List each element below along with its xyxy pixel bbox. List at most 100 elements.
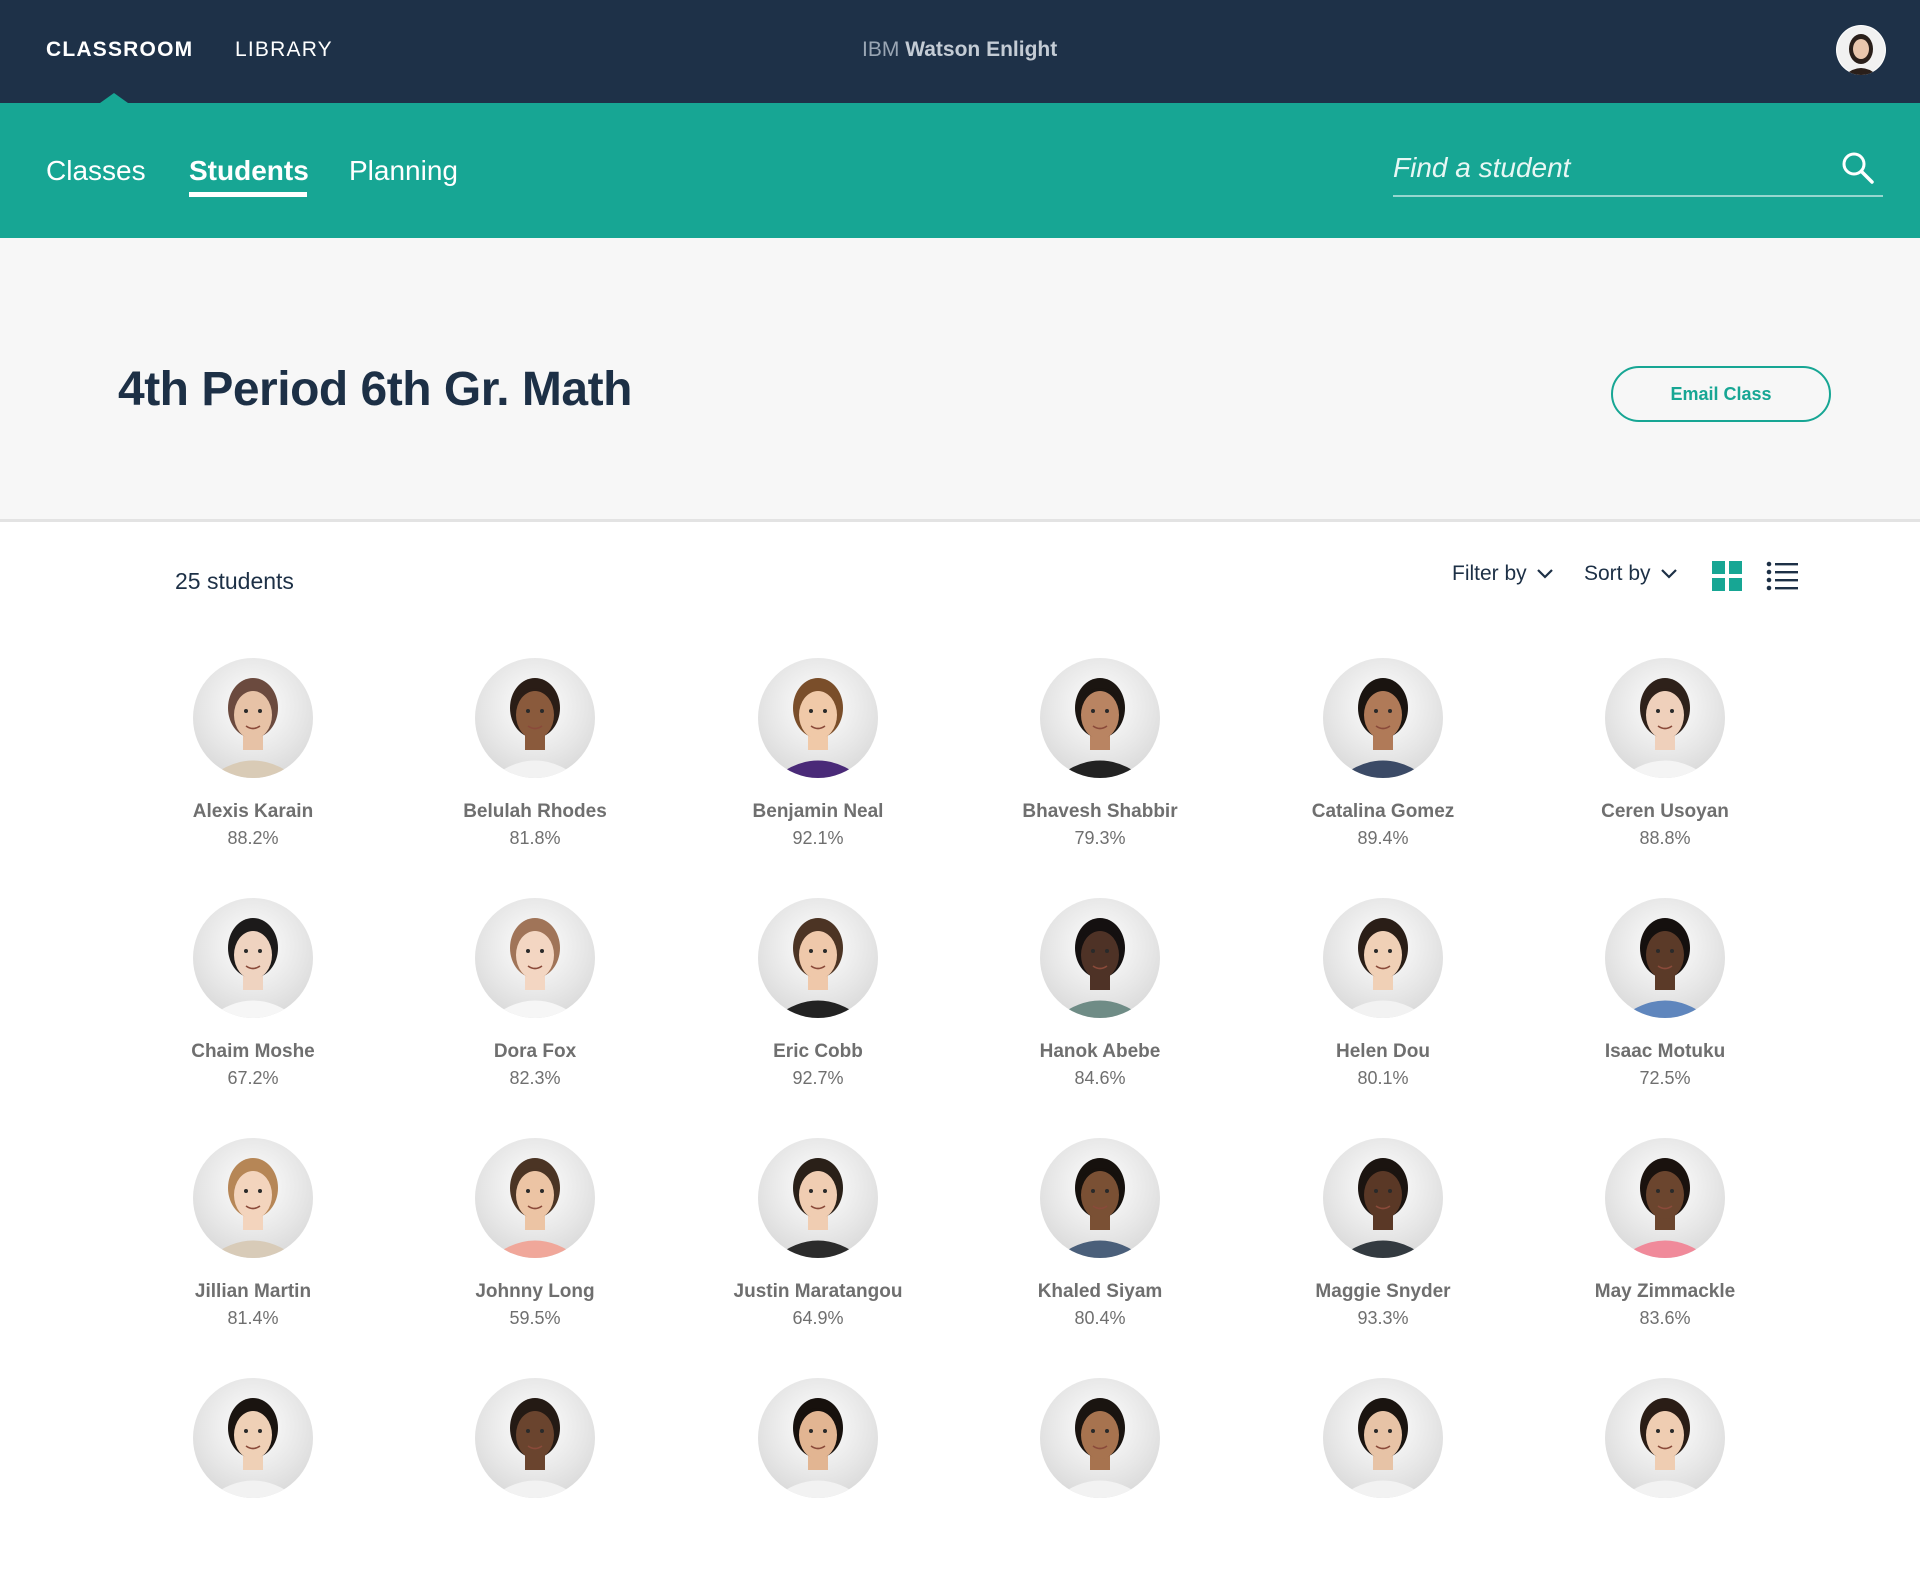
student-portrait-icon xyxy=(209,1158,297,1258)
student-name: Ceren Usoyan xyxy=(1601,801,1729,822)
user-avatar[interactable] xyxy=(1836,25,1886,75)
search-icon[interactable] xyxy=(1841,151,1875,185)
student-portrait-icon xyxy=(209,678,297,778)
student-card[interactable]: Justin Maratangou 64.9% xyxy=(678,1138,958,1338)
student-count: 25 students xyxy=(175,568,294,594)
app-brand: IBM Watson Enlight xyxy=(862,0,1057,103)
tab-students[interactable]: Students xyxy=(189,103,309,238)
brand-name: Watson Enlight xyxy=(905,38,1058,61)
student-card[interactable]: Bhavesh Shabbir 79.3% xyxy=(960,658,1240,858)
student-photo xyxy=(1605,1138,1725,1258)
student-portrait-icon xyxy=(774,918,862,1018)
student-portrait-icon xyxy=(491,918,579,1018)
student-score: 67.2% xyxy=(227,1068,279,1088)
student-score: 64.9% xyxy=(792,1308,844,1328)
student-score: 80.1% xyxy=(1357,1068,1409,1088)
student-portrait-icon xyxy=(1339,678,1427,778)
list-view-icon[interactable] xyxy=(1766,560,1798,592)
tab-classes[interactable]: Classes xyxy=(46,103,146,238)
student-portrait-icon xyxy=(1339,1398,1427,1498)
grid-view-icon[interactable] xyxy=(1711,560,1743,592)
student-name: Dora Fox xyxy=(493,1041,577,1062)
user-avatar-icon xyxy=(1837,26,1885,75)
student-portrait-icon xyxy=(1056,1398,1144,1498)
student-photo xyxy=(1040,658,1160,778)
student-score: 89.4% xyxy=(1357,828,1409,848)
student-card[interactable] xyxy=(1525,1378,1805,1578)
student-card[interactable]: Helen Dou 80.1% xyxy=(1243,898,1523,1098)
student-photo xyxy=(193,658,313,778)
chevron-down-icon xyxy=(1536,569,1553,580)
student-photo xyxy=(193,1378,313,1498)
student-photo xyxy=(1323,658,1443,778)
student-portrait-icon xyxy=(1339,1158,1427,1258)
sort-dropdown[interactable]: Sort by xyxy=(1584,560,1677,590)
email-class-button[interactable]: Email Class xyxy=(1611,366,1831,422)
student-card[interactable]: Maggie Snyder 93.3% xyxy=(1243,1138,1523,1338)
student-card[interactable]: Benjamin Neal 92.1% xyxy=(678,658,958,858)
student-score: 72.5% xyxy=(1639,1068,1691,1088)
student-score: 81.4% xyxy=(227,1308,279,1328)
student-photo xyxy=(758,658,878,778)
student-name: Alexis Karain xyxy=(192,801,314,822)
student-card[interactable]: Ceren Usoyan 88.8% xyxy=(1525,658,1805,858)
student-score: 83.6% xyxy=(1639,1308,1691,1328)
student-portrait-icon xyxy=(1621,678,1709,778)
student-photo xyxy=(1605,898,1725,1018)
student-card[interactable]: Jillian Martin 81.4% xyxy=(113,1138,393,1338)
student-name: May Zimmackle xyxy=(1594,1281,1736,1302)
student-photo xyxy=(1040,1138,1160,1258)
student-score: 93.3% xyxy=(1357,1308,1409,1328)
topnav-classroom[interactable]: CLASSROOM xyxy=(46,0,193,103)
student-portrait-icon xyxy=(1056,678,1144,778)
student-portrait-icon xyxy=(1621,918,1709,1018)
student-photo xyxy=(758,1138,878,1258)
student-card[interactable]: Khaled Siyam 80.4% xyxy=(960,1138,1240,1338)
page-title: 4th Period 6th Gr. Math xyxy=(118,363,632,416)
topnav-library[interactable]: LIBRARY xyxy=(235,0,333,103)
active-tab-underline xyxy=(189,192,307,197)
student-photo xyxy=(475,1378,595,1498)
student-portrait-icon xyxy=(491,678,579,778)
student-photo xyxy=(1323,1138,1443,1258)
student-portrait-icon xyxy=(1621,1398,1709,1498)
active-nav-caret xyxy=(100,93,128,103)
top-bar: CLASSROOM LIBRARY IBM Watson Enlight xyxy=(0,0,1920,103)
class-header: 4th Period 6th Gr. Math Email Class xyxy=(0,238,1920,522)
student-card[interactable]: Alexis Karain 88.2% xyxy=(113,658,393,858)
student-score: 88.2% xyxy=(227,828,279,848)
student-name: Eric Cobb xyxy=(773,1041,863,1062)
tab-planning[interactable]: Planning xyxy=(349,103,458,238)
student-card[interactable] xyxy=(1243,1378,1523,1578)
filter-dropdown[interactable]: Filter by xyxy=(1452,560,1553,590)
student-photo xyxy=(1040,1378,1160,1498)
student-card[interactable] xyxy=(395,1378,675,1578)
student-name: Chaim Moshe xyxy=(191,1041,315,1062)
student-card[interactable]: Dora Fox 82.3% xyxy=(395,898,675,1098)
student-card[interactable] xyxy=(960,1378,1240,1578)
sort-label: Sort by xyxy=(1584,562,1651,585)
student-card[interactable]: Johnny Long 59.5% xyxy=(395,1138,675,1338)
student-name: Isaac Motuku xyxy=(1604,1041,1726,1062)
student-card[interactable]: Eric Cobb 92.7% xyxy=(678,898,958,1098)
student-score: 92.7% xyxy=(792,1068,844,1088)
student-card[interactable]: May Zimmackle 83.6% xyxy=(1525,1138,1805,1338)
student-card[interactable] xyxy=(678,1378,958,1578)
student-card[interactable] xyxy=(113,1378,393,1578)
student-name: Hanok Abebe xyxy=(1039,1041,1161,1062)
student-card[interactable]: Hanok Abebe 84.6% xyxy=(960,898,1240,1098)
student-card[interactable]: Chaim Moshe 67.2% xyxy=(113,898,393,1098)
student-card[interactable]: Isaac Motuku 72.5% xyxy=(1525,898,1805,1098)
student-photo xyxy=(1605,658,1725,778)
student-portrait-icon xyxy=(774,678,862,778)
student-card[interactable]: Catalina Gomez 89.4% xyxy=(1243,658,1523,858)
student-score: 82.3% xyxy=(509,1068,561,1088)
brand-prefix: IBM xyxy=(862,38,900,61)
student-photo xyxy=(475,898,595,1018)
student-name: Johnny Long xyxy=(475,1281,595,1302)
student-portrait-icon xyxy=(1339,918,1427,1018)
sub-nav: Classes Students Planning xyxy=(0,103,1920,238)
search-input[interactable] xyxy=(1393,143,1823,193)
student-card[interactable]: Belulah Rhodes 81.8% xyxy=(395,658,675,858)
student-name: Helen Dou xyxy=(1336,1041,1430,1062)
